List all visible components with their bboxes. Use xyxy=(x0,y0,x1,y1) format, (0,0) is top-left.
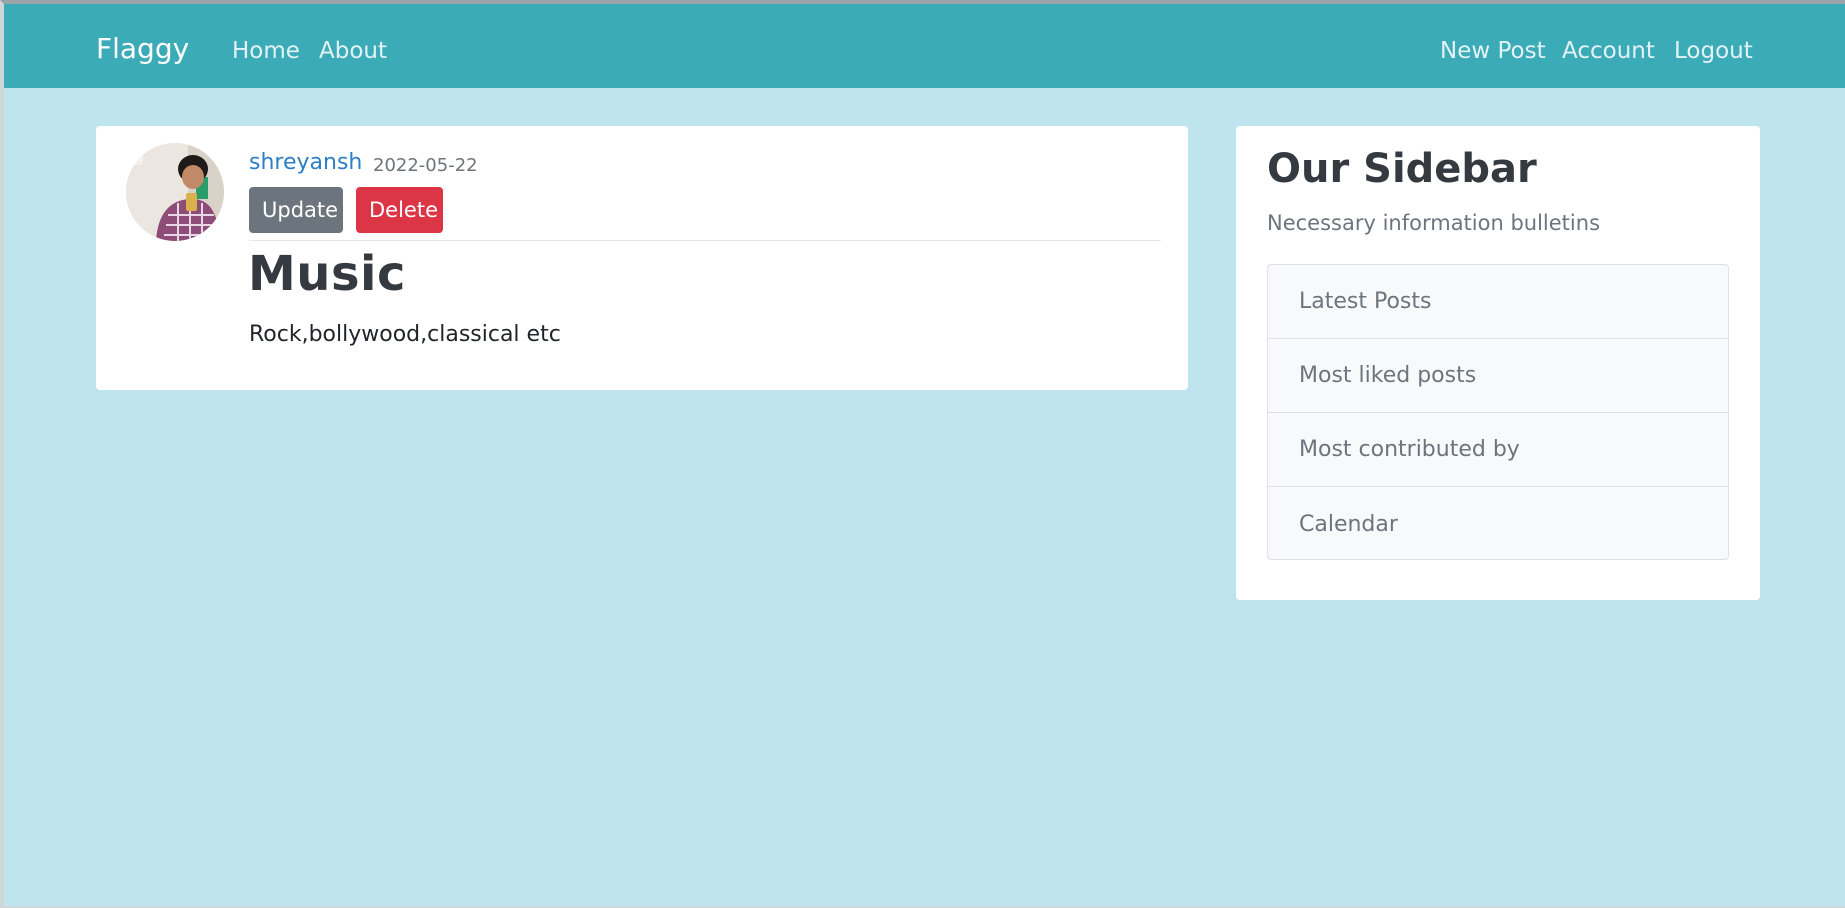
update-button[interactable]: Update xyxy=(249,187,343,233)
sidebar-item-calendar[interactable]: Calendar xyxy=(1268,487,1728,561)
post-divider xyxy=(249,240,1161,241)
brand-link[interactable]: Flaggy xyxy=(96,32,189,65)
sidebar-subtitle: Necessary information bulletins xyxy=(1267,211,1601,235)
post-content: Rock,bollywood,classical etc xyxy=(249,322,561,347)
sidebar-title: Our Sidebar xyxy=(1267,146,1537,192)
sidebar-item-latest-posts[interactable]: Latest Posts xyxy=(1268,265,1728,339)
nav-link-new-post[interactable]: New Post xyxy=(1440,38,1546,64)
nav-link-account[interactable]: Account xyxy=(1562,38,1655,64)
avatar-photo xyxy=(126,143,224,241)
nav-link-logout[interactable]: Logout xyxy=(1674,38,1753,64)
post-card: shreyansh 2022-05-22 Update Delete Music… xyxy=(96,126,1188,390)
author-avatar xyxy=(126,143,224,241)
post-title: Music xyxy=(248,246,406,302)
sidebar-card: Our Sidebar Necessary information bullet… xyxy=(1236,126,1760,600)
nav-link-home[interactable]: Home xyxy=(232,38,300,64)
sidebar-list: Latest Posts Most liked posts Most contr… xyxy=(1267,264,1729,560)
delete-button[interactable]: Delete xyxy=(356,187,443,233)
sidebar-item-most-contributed-by[interactable]: Most contributed by xyxy=(1268,413,1728,487)
nav-link-about[interactable]: About xyxy=(319,38,387,64)
sidebar-item-most-liked-posts[interactable]: Most liked posts xyxy=(1268,339,1728,413)
author-link[interactable]: shreyansh xyxy=(249,150,362,175)
top-navbar: Flaggy Home About New Post Account Logou… xyxy=(4,4,1845,88)
post-date: 2022-05-22 xyxy=(373,155,478,176)
